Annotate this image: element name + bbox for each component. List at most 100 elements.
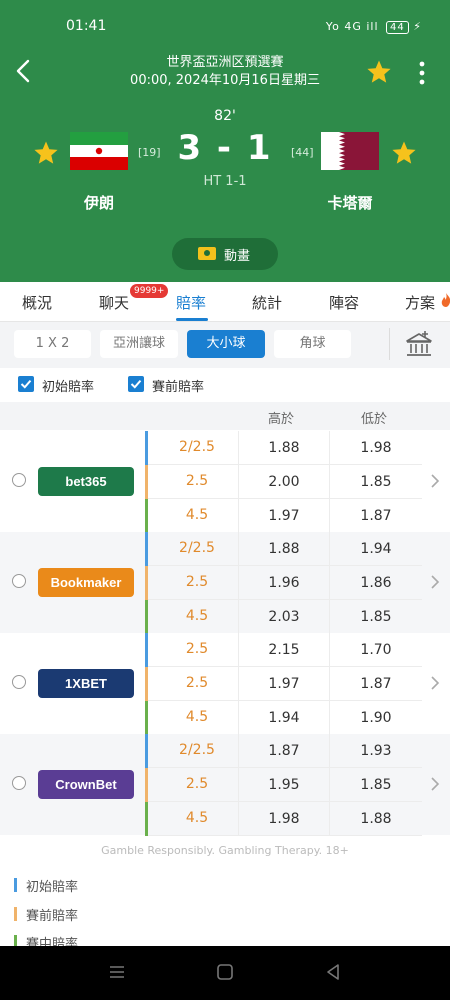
odds-row[interactable]: 2.5 2.15 1.70 xyxy=(145,633,422,667)
odds-row[interactable]: 4.5 1.98 1.88 xyxy=(145,802,422,836)
over-odds: 1.87 xyxy=(238,734,330,768)
match-info: 世界盃亞洲区預選賽 00:00, 2024年10月16日星期三 xyxy=(60,54,390,90)
goal-line: 2.5 xyxy=(185,675,209,691)
over-odds: 1.97 xyxy=(238,499,330,533)
odds-type-marker xyxy=(145,600,148,634)
odds-type-marker xyxy=(145,566,148,600)
legend-initial-label: 初始賠率 xyxy=(26,880,79,895)
match-datetime: 00:00, 2024年10月16日星期三 xyxy=(130,73,320,88)
recent-apps-icon[interactable] xyxy=(108,963,126,981)
tab-tips[interactable]: 方案 xyxy=(405,292,435,313)
status-bar: 01:41 Yo 4G ill 44 ⚡ xyxy=(0,16,450,40)
odds-type-marker xyxy=(145,768,148,802)
subtab-corners[interactable]: 角球 xyxy=(274,330,351,358)
under-odds: 1.85 xyxy=(360,474,392,490)
fire-icon xyxy=(441,293,450,307)
odds-type-marker xyxy=(145,431,148,465)
bookmaker-group-crownbet[interactable]: CrownBet 2/2.5 1.87 1.93 2.5 1.95 1.85 4.5 1.98 1… xyxy=(0,734,450,836)
under-odds: 1.85 xyxy=(360,609,392,625)
home-icon[interactable] xyxy=(216,963,234,981)
odds-row[interactable]: 2.5 1.96 1.86 xyxy=(145,566,422,600)
tab-lineup[interactable]: 陣容 xyxy=(329,292,359,313)
odds-type-marker xyxy=(145,532,148,566)
tab-odds[interactable]: 賠率 xyxy=(176,292,206,313)
bookmaker-logo-crownbet: CrownBet xyxy=(38,770,134,799)
under-odds: 1.94 xyxy=(360,541,392,557)
animation-button[interactable]: 動畫 xyxy=(172,238,278,270)
odds-row[interactable]: 2/2.5 1.88 1.98 xyxy=(145,431,422,465)
odds-row[interactable]: 4.5 1.94 1.90 xyxy=(145,701,422,735)
chevron-right-icon[interactable] xyxy=(430,575,440,589)
signal-indicator: Yo 4G ill xyxy=(325,20,379,33)
legend-initial-color xyxy=(14,878,17,892)
odds-row[interactable]: 2.5 2.00 1.85 xyxy=(145,465,422,499)
over-odds: 2.03 xyxy=(238,600,330,634)
under-odds: 1.88 xyxy=(360,811,392,827)
charging-icon: ⚡ xyxy=(413,20,422,33)
goal-line: 2.5 xyxy=(185,641,209,657)
goal-line: 2/2.5 xyxy=(179,742,215,758)
bookmaker-logo-1xbet: 1XBET xyxy=(38,669,134,698)
over-odds: 1.94 xyxy=(238,701,330,735)
goal-line: 4.5 xyxy=(185,608,209,624)
chevron-right-icon[interactable] xyxy=(430,777,440,791)
chevron-right-icon[interactable] xyxy=(430,474,440,488)
bookmaker-logo-bookmaker: Bookmaker xyxy=(38,568,134,597)
goal-line: 4.5 xyxy=(185,709,209,725)
bookmaker-select-radio[interactable] xyxy=(12,675,26,689)
pre-match-odds-checkbox[interactable] xyxy=(128,376,144,392)
active-tab-indicator xyxy=(176,318,208,321)
over-odds: 1.97 xyxy=(238,667,330,701)
away-favorite-star-icon[interactable] xyxy=(391,140,417,166)
over-odds: 1.96 xyxy=(238,566,330,600)
favorite-star-icon[interactable] xyxy=(366,59,392,85)
goal-line: 2.5 xyxy=(185,574,209,590)
bookmaker-group-bet365[interactable]: bet365 2/2.5 1.88 1.98 2.5 2.00 1.85 4.5 1.97 1.8… xyxy=(0,431,450,533)
chevron-right-icon[interactable] xyxy=(430,676,440,690)
back-arrow-icon[interactable] xyxy=(12,58,36,84)
bank-icon[interactable] xyxy=(404,330,434,360)
odds-row[interactable]: 2/2.5 1.88 1.94 xyxy=(145,532,422,566)
back-nav-icon[interactable] xyxy=(324,963,342,981)
more-options-icon[interactable] xyxy=(412,60,432,86)
home-team-name[interactable]: 伊朗 xyxy=(39,192,159,213)
tab-stats[interactable]: 統計 xyxy=(252,292,282,313)
under-odds: 1.86 xyxy=(360,575,392,591)
subtab-1x2[interactable]: 1 X 2 xyxy=(14,330,91,358)
status-icons: Yo 4G ill 44 ⚡ xyxy=(326,20,422,34)
odds-row[interactable]: 2/2.5 1.87 1.93 xyxy=(145,734,422,768)
bookmaker-select-radio[interactable] xyxy=(12,473,26,487)
subtab-asian-handicap[interactable]: 亞洲讓球 xyxy=(100,330,178,358)
odds-row[interactable]: 4.5 1.97 1.87 xyxy=(145,499,422,533)
odds-row[interactable]: 4.5 2.03 1.85 xyxy=(145,600,422,634)
bookmaker-group-1xbet[interactable]: 1XBET 2.5 2.15 1.70 2.5 1.97 1.87 4.5 1.94 1.90 xyxy=(0,633,450,735)
qatar-flag-icon xyxy=(321,132,379,170)
odds-table-header: 高於 低於 xyxy=(0,402,450,430)
odds-type-marker xyxy=(145,633,148,667)
bookmaker-select-radio[interactable] xyxy=(12,574,26,588)
animation-icon xyxy=(198,247,216,260)
odds-row[interactable]: 2.5 1.95 1.85 xyxy=(145,768,422,802)
odds-row[interactable]: 2.5 1.97 1.87 xyxy=(145,667,422,701)
away-rank: [44] xyxy=(291,146,314,159)
tab-overview[interactable]: 概況 xyxy=(22,292,52,313)
bookmaker-select-radio[interactable] xyxy=(12,776,26,790)
odds-type-marker xyxy=(145,465,148,499)
goal-line: 2/2.5 xyxy=(179,540,215,556)
battery-icon: 44 xyxy=(386,21,409,34)
under-odds: 1.87 xyxy=(360,676,392,692)
animation-label: 動畫 xyxy=(224,249,251,264)
under-odds: 1.87 xyxy=(360,508,392,524)
bookmaker-group-bookmaker[interactable]: Bookmaker 2/2.5 1.88 1.94 2.5 1.96 1.86 4.5 2.03… xyxy=(0,532,450,634)
subtab-over-under[interactable]: 大小球 xyxy=(187,330,265,358)
league-name: 世界盃亞洲区預選賽 xyxy=(166,55,284,70)
initial-odds-checkbox[interactable] xyxy=(18,376,34,392)
tab-chat[interactable]: 聊天 xyxy=(99,292,129,313)
pre-match-odds-label: 賽前賠率 xyxy=(152,380,205,395)
away-team-name[interactable]: 卡塔爾 xyxy=(290,192,410,213)
match-minute: 82' xyxy=(214,108,236,124)
system-navigation-bar xyxy=(0,946,450,1000)
over-odds: 1.88 xyxy=(238,532,330,566)
divider xyxy=(389,328,390,360)
odds-filter-row: 初始賠率 賽前賠率 xyxy=(0,368,450,402)
